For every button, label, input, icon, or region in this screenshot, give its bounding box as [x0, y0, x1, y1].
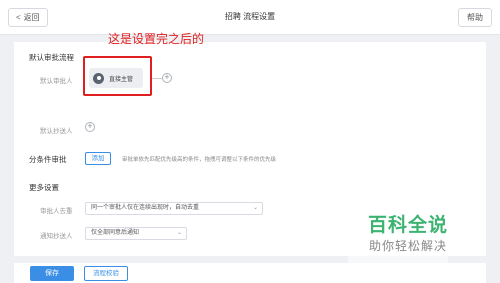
watermark-subtitle: 助你轻松解决	[369, 239, 448, 253]
notify-cc-select-value: 仅全部同意后通知	[91, 230, 140, 236]
connector-line	[152, 78, 162, 79]
dedupe-select-value: 同一个审批人仅在连续出现时，自动去重	[91, 205, 200, 211]
default-flow-title: 默认审批流程	[29, 53, 74, 62]
default-approver-label: 默认审批人	[40, 78, 73, 85]
chevron-down-icon: ⌄	[176, 230, 182, 236]
notify-cc-label: 通知抄送人	[40, 233, 73, 240]
add-condition-button[interactable]: 添加	[85, 152, 111, 165]
more-settings-title: 更多设置	[29, 183, 59, 192]
add-approver-plus-icon[interactable]: +	[162, 73, 172, 83]
top-bar: < 返回 招聘 流程设置 帮助	[0, 0, 500, 35]
page-title: 招聘 流程设置	[224, 12, 276, 21]
conditional-hint: 审批单依先匹配优先级高的条件，拖拽可调整以下条件的优先级	[122, 157, 277, 163]
annotation-text: 这是设置完之后的	[108, 32, 205, 46]
add-cc-plus-icon[interactable]: +	[85, 122, 95, 132]
watermark-logo: 百科全说	[368, 215, 449, 236]
highlight-box	[83, 56, 152, 96]
help-button[interactable]: 帮助	[458, 8, 492, 27]
flow-check-button[interactable]: 流程校验	[84, 266, 128, 281]
dedupe-select[interactable]: 同一个审批人仅在连续出现时，自动去重 ⌄	[85, 202, 263, 215]
conditional-approval-label: 分条件审批	[29, 155, 67, 164]
default-cc-label: 默认抄送人	[40, 128, 73, 135]
dedupe-label: 审批人去重	[40, 208, 73, 215]
chevron-down-icon: ⌄	[252, 205, 258, 211]
save-button[interactable]: 保存	[30, 266, 74, 281]
notify-cc-select[interactable]: 仅全部同意后通知 ⌄	[85, 227, 187, 240]
